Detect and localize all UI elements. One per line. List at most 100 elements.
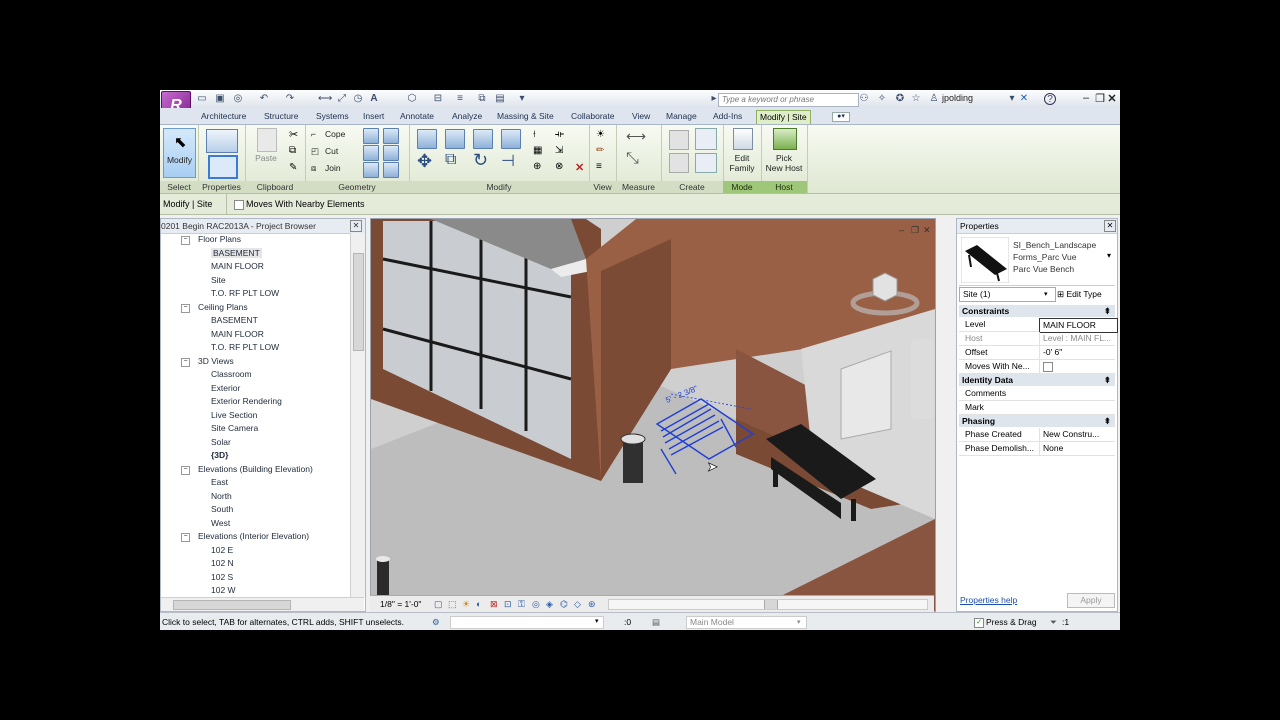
thin-lines-icon[interactable]: ≡ — [454, 93, 466, 104]
unpin-icon[interactable]: ⊗ — [555, 161, 563, 172]
unjoin-icon[interactable] — [363, 162, 379, 178]
pick-new-host-label-1[interactable]: Pick — [761, 153, 807, 163]
browser-hscroll-thumb[interactable] — [173, 600, 291, 610]
browser-category[interactable]: − Floor Plans — [181, 233, 241, 246]
group-identity-data[interactable]: Identity Data ⇞ — [959, 374, 1115, 386]
prop-value[interactable]: New Constru... — [1039, 428, 1117, 441]
prop-row-comments[interactable]: Comments — [959, 387, 1115, 401]
temp-hide-icon[interactable]: ◎ — [532, 596, 540, 612]
split-icon[interactable]: ⟊ — [533, 129, 536, 140]
browser-view-item[interactable]: Site — [211, 274, 226, 287]
collapse-toggle-icon[interactable]: − — [181, 236, 190, 245]
edit-family-label-1[interactable]: Edit — [723, 153, 761, 163]
offset-icon[interactable] — [445, 129, 465, 149]
browser-category[interactable]: − Elevations (Building Elevation) — [181, 463, 313, 476]
3d-scene[interactable]: 5' - 2 3/8" ➤ – ❐ ✕ — [371, 219, 935, 611]
properties-help-link[interactable]: Properties help — [960, 595, 1017, 605]
tab-massing-site[interactable]: Massing & Site — [497, 110, 554, 123]
collapse-toggle-icon[interactable]: − — [181, 303, 190, 313]
prop-value[interactable]: None — [1039, 442, 1117, 455]
editable-only-icon[interactable]: ▤ — [652, 613, 660, 630]
group-phasing[interactable]: Phasing ⇞ — [959, 415, 1115, 427]
measure-icon[interactable]: ⟷ — [318, 93, 332, 104]
paste-icon[interactable] — [257, 128, 277, 152]
paste-label[interactable]: Paste — [251, 153, 281, 163]
cut-geometry-icon[interactable]: ◰ — [311, 146, 319, 157]
create-parts-icon[interactable] — [695, 128, 717, 150]
override-graphics-icon[interactable]: ✏ — [596, 145, 604, 156]
view-scale[interactable]: 1/8" = 1'-0" — [380, 596, 421, 612]
restore-icon[interactable]: ❐ — [1094, 92, 1106, 105]
tab-architecture[interactable]: Architecture — [201, 110, 246, 123]
highlight-displacement-icon[interactable]: ◇ — [574, 596, 581, 612]
view-close-icon[interactable]: ✕ — [923, 225, 931, 235]
redo-icon[interactable]: ↷ — [284, 93, 296, 104]
collapse-toggle-icon[interactable]: − — [181, 533, 190, 542]
binoculars-icon[interactable]: ⚇ — [858, 93, 870, 104]
press-drag-checkbox[interactable]: ✓ — [974, 618, 984, 628]
favorites-icon[interactable]: ☆ — [910, 93, 922, 104]
browser-view-item[interactable]: Live Section — [211, 409, 257, 422]
pick-new-host-label-2[interactable]: New Host — [761, 163, 807, 173]
subscription-icon[interactable]: ✧ — [876, 93, 888, 104]
tab-analyze[interactable]: Analyze — [452, 110, 482, 123]
browser-scroll-thumb[interactable] — [353, 253, 364, 351]
pick-new-host-icon[interactable] — [773, 128, 797, 150]
browser-view-item[interactable]: MAIN FLOOR — [211, 260, 264, 273]
prop-row-offset[interactable]: Offset -0' 6" — [959, 346, 1115, 360]
scale-icon[interactable]: ⇲ — [555, 145, 563, 156]
tab-add-ins[interactable]: Add-Ins — [713, 110, 742, 123]
prop-value[interactable]: MAIN FLOOR — [1039, 318, 1118, 333]
cut-scissors-icon[interactable]: ✂ — [289, 128, 298, 141]
browser-view-item[interactable]: MAIN FLOOR — [211, 328, 264, 341]
prop-value[interactable] — [1039, 360, 1117, 373]
tab-modify-site[interactable]: Modify | Site — [756, 110, 811, 124]
properties-close-icon[interactable]: ✕ — [1104, 220, 1116, 232]
split-gap-icon[interactable]: ⟛ — [555, 129, 564, 140]
browser-view-item[interactable]: Site Camera — [211, 422, 258, 435]
tab-structure[interactable]: Structure — [264, 110, 299, 123]
tab-collaborate[interactable]: Collaborate — [571, 110, 614, 123]
communication-icon[interactable]: ✪ — [894, 93, 906, 104]
help-icon[interactable]: ? — [1044, 93, 1056, 105]
view-restore-icon[interactable]: ❐ — [911, 225, 919, 235]
minimize-icon[interactable]: – — [1080, 92, 1092, 104]
measure-between-icon[interactable]: ⟷ — [626, 128, 646, 145]
browser-view-item[interactable]: BASEMENT — [211, 314, 258, 327]
text-icon[interactable]: A — [368, 93, 380, 104]
user-icon[interactable]: ♙ — [928, 93, 940, 104]
copy-element-icon[interactable]: ⧉ — [445, 151, 456, 169]
tag-icon[interactable]: ◷ — [352, 93, 364, 104]
edit-type-button[interactable]: ⊞ Edit Type — [1057, 287, 1115, 301]
tab-annotate[interactable]: Annotate — [400, 110, 434, 123]
type-properties-icon[interactable] — [208, 155, 238, 179]
browser-vertical-scrollbar[interactable] — [350, 233, 365, 597]
browser-view-item[interactable]: 102 E — [211, 544, 233, 557]
moves-with-checkbox[interactable] — [1043, 361, 1053, 372]
mirror-draw-icon[interactable] — [501, 129, 521, 149]
move-icon[interactable]: ✥ — [417, 151, 432, 172]
browser-view-item[interactable]: T.O. RF PLT LOW — [211, 341, 279, 354]
analytical-model-icon[interactable]: ⌬ — [560, 596, 568, 612]
browser-view-item[interactable]: Exterior — [211, 382, 240, 395]
tab-manage[interactable]: Manage — [666, 110, 697, 123]
type-selector[interactable]: SI_Bench_Landscape Forms_Parc Vue Parc V… — [959, 235, 1115, 286]
detail-level-icon[interactable]: ▢ — [434, 596, 443, 612]
view-vertical-scrollbar[interactable] — [935, 219, 936, 611]
prop-row-phase-created[interactable]: Phase Created New Constru... — [959, 428, 1115, 442]
browser-category[interactable]: − Elevations (Interior Elevation) — [181, 530, 309, 543]
shadows-icon[interactable]: ◐ — [476, 596, 481, 612]
browser-view-item[interactable]: South — [211, 503, 233, 516]
delete-icon[interactable]: ✕ — [575, 161, 584, 174]
prop-row-mark[interactable]: Mark — [959, 401, 1115, 415]
open-icon[interactable]: ▭ — [196, 93, 208, 104]
crop-view-icon[interactable]: ⊠ — [490, 596, 498, 612]
browser-view-item[interactable]: T.O. RF PLT LOW — [211, 287, 279, 300]
help-search-input[interactable]: Type a keyword or phrase — [718, 93, 859, 107]
sun-path-icon[interactable]: ☀ — [462, 596, 470, 612]
prop-row-moves-with[interactable]: Moves With Ne... — [959, 360, 1115, 374]
view-horizontal-scrollbar[interactable] — [608, 599, 928, 610]
rotate-icon[interactable]: ↻ — [473, 150, 488, 171]
copy-icon[interactable]: ⧉ — [289, 145, 296, 156]
browser-view-item[interactable]: 102 W — [211, 584, 236, 597]
